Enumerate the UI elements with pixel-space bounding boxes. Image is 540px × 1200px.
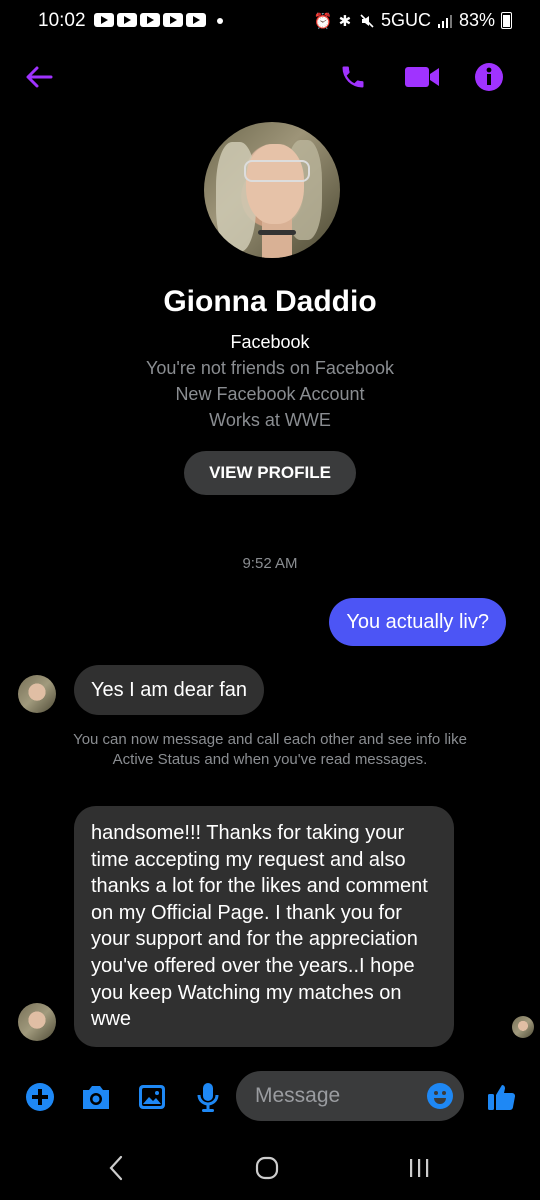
youtube-notification-icon: [163, 13, 183, 27]
youtube-notification-icon: [117, 13, 137, 27]
outgoing-message[interactable]: You actually liv?: [329, 598, 506, 646]
message-field[interactable]: [236, 1071, 464, 1121]
notification-icons: [94, 13, 223, 27]
incoming-message[interactable]: Yes I am dear fan: [74, 665, 265, 715]
gallery-icon: [139, 1085, 165, 1109]
like-button[interactable]: [482, 1077, 522, 1117]
home-icon: [255, 1156, 279, 1180]
battery-icon: [501, 12, 512, 29]
system-recents-button[interactable]: [389, 1148, 449, 1188]
back-icon: [109, 1155, 123, 1181]
more-actions-button[interactable]: [20, 1077, 60, 1117]
youtube-notification-icon: [94, 13, 114, 27]
bluetooth-icon: ✱: [338, 12, 352, 30]
emoji-icon[interactable]: [426, 1082, 454, 1110]
profile-platform: Facebook: [230, 332, 310, 352]
alarm-icon: ⏰: [313, 12, 333, 30]
connection-info-text: You can now message and call each other …: [73, 731, 467, 768]
network-type: 5GUC: [380, 10, 431, 30]
system-back-button[interactable]: [86, 1148, 146, 1188]
more-notifications-dot-icon: [217, 18, 223, 24]
thumbs-up-icon: [488, 1085, 516, 1110]
account-note: New Facebook Account: [175, 384, 365, 404]
phone-icon: [342, 66, 364, 88]
info-icon: [475, 63, 503, 91]
recents-icon: [410, 1159, 429, 1177]
camera-icon: [83, 1086, 109, 1109]
video-camera-icon: [405, 67, 439, 87]
view-profile-button[interactable]: VIEW PROFILE: [184, 451, 356, 495]
sender-avatar[interactable]: [18, 1003, 56, 1041]
gallery-button[interactable]: [132, 1077, 172, 1117]
camera-button[interactable]: [76, 1077, 116, 1117]
plus-icon: [26, 1083, 54, 1111]
sender-avatar[interactable]: [18, 675, 56, 713]
profile-work: Works at WWE: [209, 410, 331, 430]
read-receipt-avatar: [512, 1016, 534, 1038]
audio-call-button[interactable]: [331, 55, 375, 99]
mute-icon: [359, 13, 375, 29]
message-input[interactable]: [253, 1083, 417, 1109]
profile-name: Gionna Daddio: [163, 285, 377, 318]
signal-icon: [437, 13, 453, 29]
video-call-button[interactable]: [400, 55, 444, 99]
back-button[interactable]: [17, 55, 61, 99]
profile-avatar: [204, 122, 340, 258]
conversation-info-button[interactable]: [467, 55, 511, 99]
message-timestamp: 9:52 AM: [242, 555, 298, 572]
status-time: 10:02: [38, 10, 86, 31]
voice-message-button[interactable]: [188, 1077, 228, 1117]
friend-status: You're not friends on Facebook: [146, 358, 394, 378]
incoming-message[interactable]: handsome!!! Thanks for taking your time …: [74, 806, 454, 1047]
youtube-notification-icon: [186, 13, 206, 27]
microphone-icon: [197, 1083, 219, 1112]
battery-percent: 83%: [458, 10, 495, 30]
system-home-button[interactable]: [237, 1148, 297, 1188]
arrow-left-icon: [26, 66, 53, 88]
status-right: ⏰ ✱ 5GUC 83%: [313, 10, 512, 31]
youtube-notification-icon: [140, 13, 160, 27]
